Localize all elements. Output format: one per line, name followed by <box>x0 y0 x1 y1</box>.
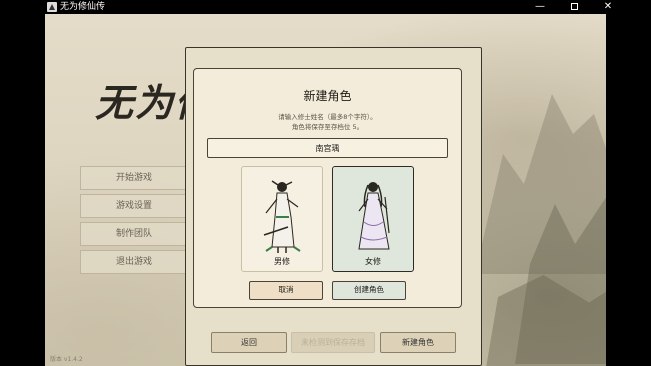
version-label: 版本 v1.4.2 <box>50 356 83 363</box>
character-name-input[interactable] <box>207 138 448 158</box>
maximize-icon <box>570 2 578 10</box>
male-card-label: 男修 <box>274 257 290 266</box>
create-character-dialog: 新建角色 请输入修士姓名（最多8个字符）。 角色将保存至存档位 5。 男修 <box>193 68 462 308</box>
window-titlebar: 无为修仙传 — ✕ <box>0 0 651 14</box>
new-character-button[interactable]: 新建角色 <box>380 332 456 353</box>
start-game-button[interactable]: 开始游戏 <box>80 166 188 190</box>
exit-game-button[interactable]: 退出游戏 <box>80 250 188 274</box>
dialog-hint-slot: 角色将保存至存档位 5。 <box>291 123 364 131</box>
cancel-button[interactable]: 取消 <box>249 281 323 300</box>
female-character-card[interactable]: 女修 <box>332 166 414 272</box>
dialog-title: 新建角色 <box>303 89 352 103</box>
minimize-button[interactable]: — <box>523 0 557 14</box>
back-button[interactable]: 返回 <box>211 332 287 353</box>
create-character-button[interactable]: 创建角色 <box>332 281 406 300</box>
game-settings-button[interactable]: 游戏设置 <box>80 194 188 218</box>
male-character-card[interactable]: 男修 <box>241 166 323 272</box>
load-save-button: 未检测到保存存档 <box>291 332 375 353</box>
maximize-button[interactable] <box>557 0 591 14</box>
male-cultivator-figure-icon <box>263 180 301 253</box>
app-icon <box>47 2 57 12</box>
credits-button[interactable]: 制作团队 <box>80 222 188 246</box>
female-card-label: 女修 <box>365 257 381 266</box>
dialog-hint: 请输入修士姓名（最多8个字符）。 <box>278 113 377 121</box>
close-button[interactable]: ✕ <box>591 0 625 14</box>
female-cultivator-figure-icon <box>358 182 390 250</box>
game-screen: 无为修 开始游戏 游戏设置 制作团队 退出游戏 版本 v1.4.2 返回 未检测… <box>45 14 606 366</box>
window-title: 无为修仙传 <box>60 2 106 12</box>
